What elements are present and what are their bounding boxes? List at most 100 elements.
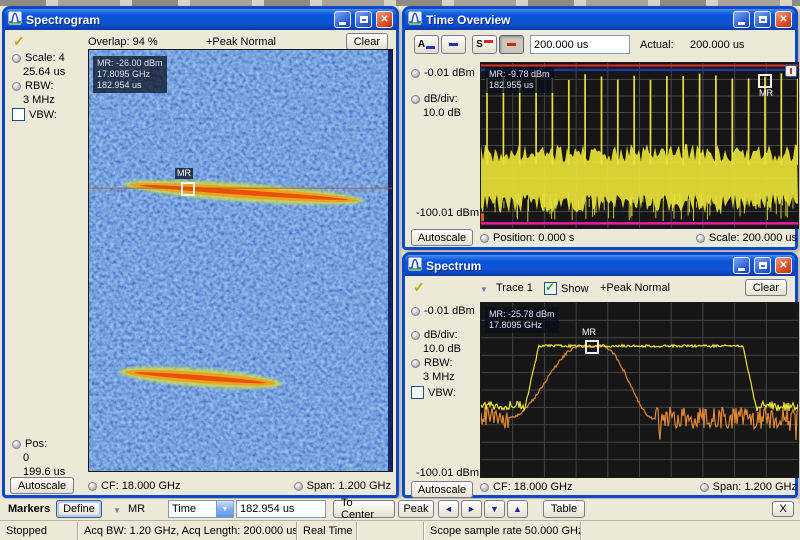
spectrum-plot[interactable]: MR: -25.78 dBm 17.8095 GHz MR bbox=[480, 302, 799, 478]
marker-box[interactable] bbox=[181, 182, 195, 196]
spectrogram-plot[interactable]: MR: -26.00 dBm 17.8095 GHz 182.954 us MR bbox=[88, 49, 393, 472]
run-state[interactable]: Stopped bbox=[0, 522, 78, 540]
peak-down-button[interactable]: ▼ bbox=[484, 500, 505, 518]
pos-value[interactable]: 0 bbox=[23, 452, 29, 464]
spinner-icon[interactable] bbox=[700, 483, 709, 492]
dbdiv-control[interactable]: dB/div: bbox=[411, 329, 458, 341]
minimize-icon bbox=[738, 22, 745, 25]
spectrogram-footer: CF: 18.000 GHz Span: 1.200 GHz bbox=[88, 480, 391, 492]
pos-control[interactable]: Pos: bbox=[12, 438, 47, 450]
peak-up-button[interactable]: ▲ bbox=[507, 500, 528, 518]
rbw-control[interactable]: RBW: bbox=[411, 357, 453, 369]
spectrum-time-auto-button[interactable]: S bbox=[472, 35, 497, 54]
spinner-icon[interactable] bbox=[294, 482, 303, 491]
show-checkbox-row[interactable]: Show bbox=[544, 282, 589, 295]
minimize-button[interactable] bbox=[334, 11, 351, 28]
spectrum-length-input[interactable]: 200.000 us bbox=[530, 35, 630, 54]
autoscale-button[interactable]: Autoscale bbox=[411, 481, 473, 498]
position-control[interactable]: Position: 0.000 s bbox=[480, 232, 574, 244]
app-icon bbox=[408, 11, 422, 28]
spinner-icon[interactable] bbox=[480, 483, 489, 492]
marker-box[interactable] bbox=[585, 340, 599, 354]
clear-button[interactable]: Clear bbox=[346, 33, 388, 50]
application-screen: Spectrogram ✕ ✓ Overlap: 94 % +Peak Norm… bbox=[0, 0, 800, 540]
mode-status: Real Time bbox=[297, 522, 357, 540]
close-markers-button[interactable]: X bbox=[772, 501, 794, 517]
spectrogram-canvas[interactable] bbox=[89, 50, 392, 471]
maximize-button[interactable] bbox=[754, 257, 771, 274]
peak-right-button[interactable]: ► bbox=[461, 500, 482, 518]
scale-control[interactable]: Scale: 4 bbox=[12, 52, 65, 64]
spinner-icon[interactable] bbox=[411, 331, 420, 340]
clear-button[interactable]: Clear bbox=[745, 279, 787, 296]
marker-type-combobox[interactable]: Time ▼ bbox=[168, 500, 234, 518]
marker-value-input[interactable]: 182.954 us bbox=[236, 500, 326, 518]
minimize-button[interactable] bbox=[733, 257, 750, 274]
overlap-readout[interactable]: Overlap: 94 % bbox=[88, 36, 158, 48]
maximize-button[interactable] bbox=[355, 11, 372, 28]
marker-readout: MR: -25.78 dBm 17.8095 GHz bbox=[485, 307, 559, 333]
close-button[interactable]: ✕ bbox=[376, 11, 393, 28]
close-button[interactable]: ✕ bbox=[775, 257, 792, 274]
dbdiv-control[interactable]: dB/div: bbox=[411, 93, 458, 105]
selected-marker-label[interactable]: MR bbox=[128, 503, 145, 515]
rbw-value[interactable]: 3 MHz bbox=[423, 371, 455, 383]
vbw-checkbox-row[interactable]: VBW: bbox=[411, 386, 456, 399]
cf-control[interactable]: CF: 18.000 GHz bbox=[88, 480, 180, 492]
arrow-down-icon: ▼ bbox=[490, 504, 499, 514]
cf-control[interactable]: CF: 18.000 GHz bbox=[480, 481, 572, 493]
vbw-checkbox-row[interactable]: VBW: bbox=[12, 108, 57, 121]
close-button[interactable]: ✕ bbox=[775, 11, 792, 28]
show-checkbox[interactable] bbox=[544, 282, 557, 295]
span-control[interactable]: Span: 1.200 GHz bbox=[700, 481, 797, 493]
vbw-checkbox[interactable] bbox=[411, 386, 424, 399]
spinner-icon[interactable] bbox=[12, 54, 21, 63]
maximize-button[interactable] bbox=[754, 11, 771, 28]
spinner-icon[interactable] bbox=[411, 95, 420, 104]
autoscale-button[interactable]: Autoscale bbox=[411, 229, 473, 246]
spectrogram-titlebar[interactable]: Spectrogram ✕ bbox=[5, 9, 396, 30]
spinner-icon[interactable] bbox=[696, 234, 705, 243]
combo-dropdown-icon[interactable]: ▼ bbox=[216, 501, 233, 517]
detector-readout[interactable]: +Peak Normal bbox=[600, 282, 670, 294]
table-button[interactable]: Table bbox=[543, 500, 585, 518]
marker-box[interactable] bbox=[758, 74, 772, 88]
detector-readout[interactable]: +Peak Normal bbox=[206, 36, 276, 48]
rbw-control[interactable]: RBW: bbox=[12, 80, 54, 92]
time-overview-titlebar[interactable]: Time Overview ✕ bbox=[405, 9, 795, 30]
dbdiv-value[interactable]: 10.0 dB bbox=[423, 343, 461, 355]
peak-left-button[interactable]: ◄ bbox=[438, 500, 459, 518]
trace-dropdown-icon[interactable]: ▼ bbox=[480, 285, 488, 294]
analysis-time-manual-button[interactable] bbox=[441, 35, 466, 54]
spinner-icon[interactable] bbox=[411, 69, 420, 78]
vbw-checkbox[interactable] bbox=[12, 108, 25, 121]
define-button[interactable]: Define bbox=[56, 500, 102, 518]
acquisition-status: Acq BW: 1.20 GHz, Acq Length: 200.000 us bbox=[78, 522, 297, 540]
marker-dropdown-icon[interactable]: ▼ bbox=[113, 506, 121, 515]
autoscale-button[interactable]: Autoscale bbox=[10, 477, 74, 494]
rbw-value[interactable]: 3 MHz bbox=[23, 94, 55, 106]
spinner-icon[interactable] bbox=[88, 482, 97, 491]
spinner-icon[interactable] bbox=[12, 440, 21, 449]
y-top-control[interactable]: -0.01 dBm bbox=[411, 305, 475, 317]
scale-time-value[interactable]: 25.64 us bbox=[23, 66, 65, 78]
span-control[interactable]: Span: 1.200 GHz bbox=[294, 480, 391, 492]
spinner-icon[interactable] bbox=[411, 307, 420, 316]
peak-button[interactable]: Peak bbox=[398, 500, 434, 518]
time-overview-plot[interactable]: MR: -9.78 dBm 182.955 us MR bbox=[480, 62, 799, 229]
trace-selector[interactable]: Trace 1 bbox=[496, 282, 533, 294]
spinner-icon[interactable] bbox=[480, 234, 489, 243]
analysis-time-auto-button[interactable]: A bbox=[414, 35, 439, 54]
spinner-icon[interactable] bbox=[411, 359, 420, 368]
y-top-control[interactable]: -0.01 dBm bbox=[411, 67, 475, 79]
scale-control[interactable]: Scale: 200.000 us bbox=[696, 232, 797, 244]
dbdiv-value[interactable]: 10.0 dB bbox=[423, 107, 461, 119]
minimize-button[interactable] bbox=[733, 11, 750, 28]
spectrum-titlebar[interactable]: Spectrum ✕ bbox=[405, 255, 795, 276]
spinner-icon[interactable] bbox=[12, 82, 21, 91]
actual-value: 200.000 us bbox=[690, 39, 744, 51]
marker-flag: MR bbox=[757, 88, 775, 99]
to-center-button[interactable]: To Center bbox=[333, 500, 395, 518]
window-title: Spectrum bbox=[426, 259, 729, 273]
spectrum-time-manual-button[interactable] bbox=[499, 35, 524, 54]
